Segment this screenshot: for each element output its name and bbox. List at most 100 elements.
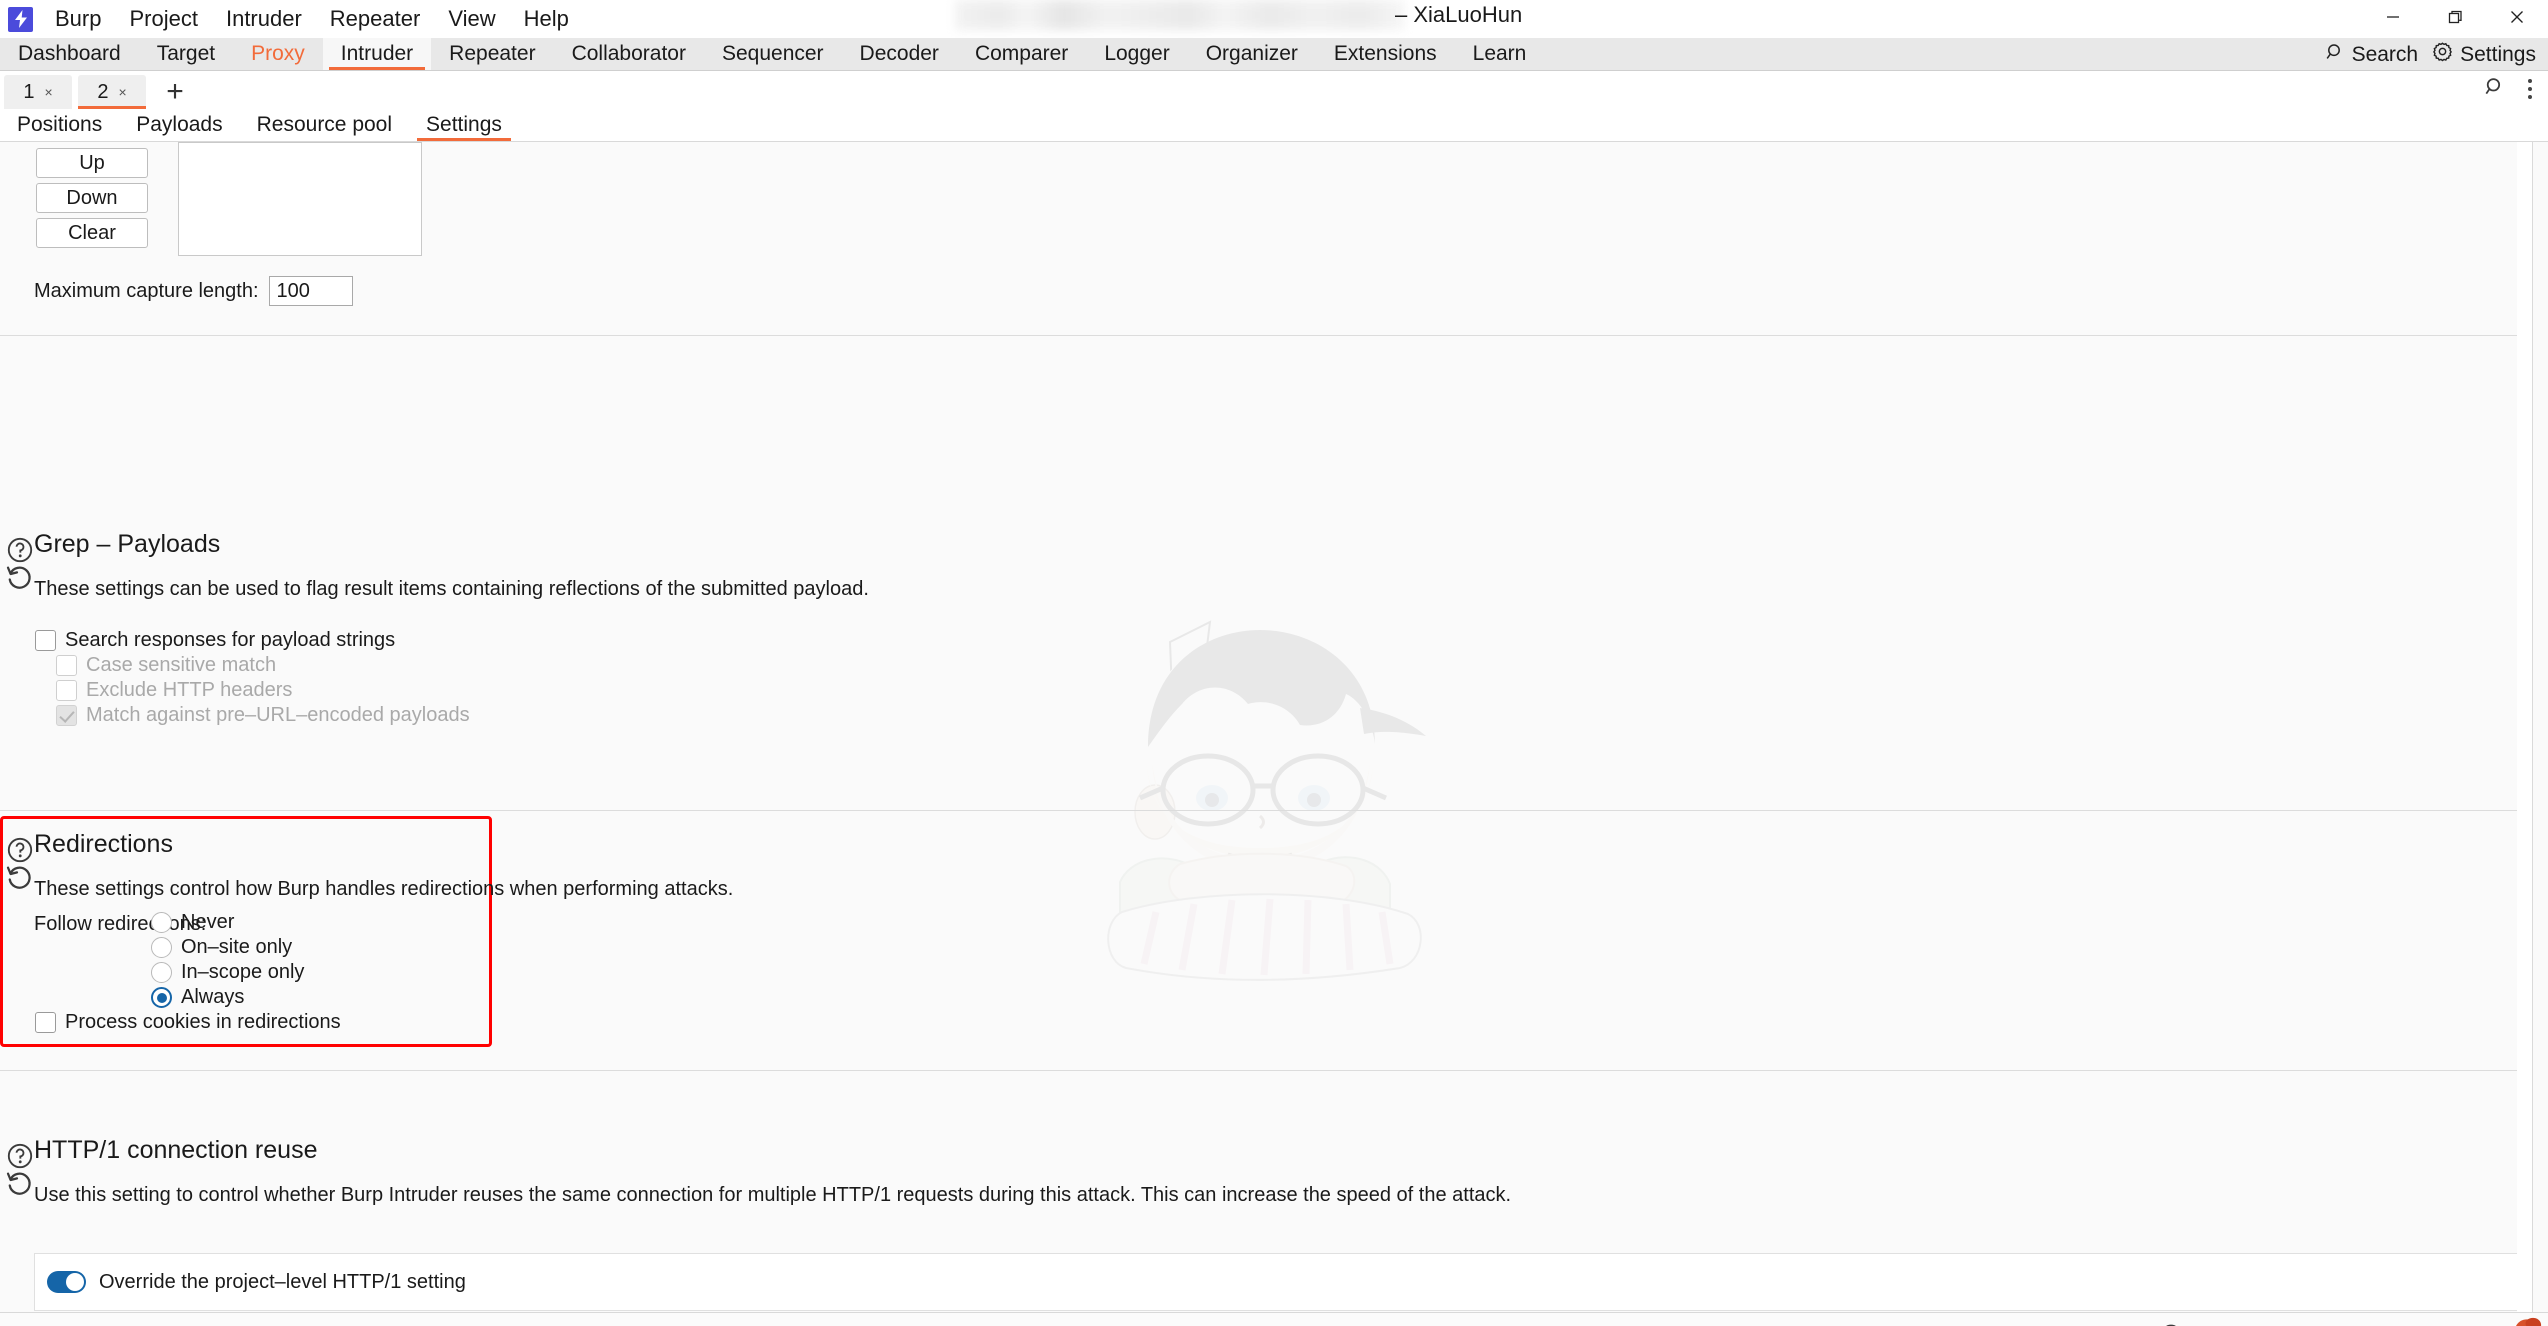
tab-decoder[interactable]: Decoder [842,38,957,70]
tab-logger[interactable]: Logger [1086,38,1187,70]
process-cookies-label: Process cookies in redirections [65,1011,341,1033]
tab-collaborator[interactable]: Collaborator [554,38,704,70]
tab-comparer[interactable]: Comparer [957,38,1086,70]
settings-scroll-area[interactable]: Up Down Clear Maximum capture length: Gr… [0,142,2548,1312]
follow-never-radio[interactable] [151,912,172,933]
process-cookies-checkbox[interactable] [35,1012,56,1033]
follow-on-site-only-label: On–site only [181,936,293,958]
menu-item-help[interactable]: Help [510,3,583,35]
title-bar: Burp Project Intruder Repeater View Help… [0,0,2548,38]
tab-dashboard[interactable]: Dashboard [0,38,139,70]
exclude-http-headers-row[interactable]: Exclude HTTP headers [56,679,292,702]
tab-positions[interactable]: Positions [0,109,119,141]
status-bar: Event log All issues (13) Memory: 168.4M… [0,1312,2548,1326]
http1-reuse-title: HTTP/1 connection reuse [34,1136,318,1164]
exclude-http-headers-label: Exclude HTTP headers [86,679,293,701]
tab-organizer[interactable]: Organizer [1188,38,1316,70]
search-responses-label: Search responses for payload strings [65,629,396,651]
reset-arrow-icon[interactable] [4,1168,32,1196]
tab-resource-pool[interactable]: Resource pool [240,109,409,141]
match-pre-url-encoded-row[interactable]: Match against pre–URL–encoded payloads [56,704,470,727]
follow-never-row[interactable]: Never [151,911,234,934]
settings-label: Settings [2460,42,2536,66]
follow-on-site-only-radio[interactable] [151,937,172,958]
tab-learn[interactable]: Learn [1455,38,1545,70]
tab-target[interactable]: Target [139,38,233,70]
search-responses-checkbox[interactable] [35,630,56,651]
question-circle-icon[interactable] [6,1142,34,1170]
follow-never-label: Never [181,911,235,933]
vertical-scrollbar[interactable] [2517,142,2532,1312]
max-capture-length-row: Maximum capture length: [34,276,353,306]
blurred-project-path [955,0,1405,30]
tab-intruder[interactable]: Intruder [322,38,432,70]
tab-repeater[interactable]: Repeater [431,38,553,70]
clear-button[interactable]: Clear [36,218,148,248]
redirections-description: These settings control how Burp handles … [34,878,734,900]
conan-watermark-image [1060,612,1460,997]
attack-tab-2[interactable]: 2 × [78,75,146,109]
kebab-menu-icon[interactable] [2522,75,2538,103]
menu-bar: Burp Project Intruder Repeater View Help [41,3,583,35]
follow-always-label: Always [181,986,245,1008]
attack-tab-2-label: 2 [97,80,109,103]
attack-tab-strip: 1 × 2 × + [0,71,2548,109]
divider [0,1070,2517,1071]
grep-extract-list[interactable] [178,142,422,256]
minimize-button[interactable] [2362,0,2424,34]
move-up-button[interactable]: Up [36,148,148,178]
follow-on-site-only-row[interactable]: On–site only [151,936,292,959]
case-sensitive-match-checkbox[interactable] [56,655,77,676]
global-search-label: Search [2351,42,2419,66]
divider [0,335,2517,336]
attack-tab-1[interactable]: 1 × [4,75,72,109]
move-down-button[interactable]: Down [36,183,148,213]
tab-sequencer[interactable]: Sequencer [704,38,842,70]
search-icon[interactable] [2484,76,2506,103]
close-icon[interactable]: × [118,85,126,99]
menu-item-intruder[interactable]: Intruder [212,3,316,35]
menu-item-view[interactable]: View [434,3,509,35]
search-icon [2325,42,2345,68]
override-http1-toggle[interactable] [47,1271,86,1293]
override-http1-row[interactable]: Override the project–level HTTP/1 settin… [35,1254,2517,1310]
status-bar-right: Memory: 168.4MB [2160,1313,2542,1326]
case-sensitive-match-row[interactable]: Case sensitive match [56,654,276,677]
global-search-button[interactable]: Search [2321,42,2423,68]
close-button[interactable] [2486,0,2548,34]
add-attack-tab-button[interactable]: + [156,75,194,109]
reset-arrow-icon[interactable] [4,862,32,890]
question-circle-icon[interactable] [6,836,34,864]
follow-always-row[interactable]: Always [151,986,244,1009]
gear-icon [2432,41,2453,68]
match-pre-url-encoded-label: Match against pre–URL–encoded payloads [86,704,470,726]
search-responses-for-payload-strings-row[interactable]: Search responses for payload strings [35,629,395,652]
grep-payloads-title: Grep – Payloads [34,530,221,558]
follow-in-scope-only-row[interactable]: In–scope only [151,961,304,984]
question-circle-icon[interactable] [6,536,34,564]
match-pre-url-encoded-checkbox[interactable] [56,705,77,726]
tab-extensions[interactable]: Extensions [1316,38,1455,70]
tab-proxy[interactable]: Proxy [233,38,323,70]
case-sensitive-match-label: Case sensitive match [86,654,277,676]
window-controls [2362,0,2548,34]
reset-arrow-icon[interactable] [4,562,32,590]
attack-tab-1-label: 1 [23,80,35,103]
tab-payloads[interactable]: Payloads [119,109,239,141]
override-http1-label: Override the project–level HTTP/1 settin… [99,1270,466,1293]
menu-item-repeater[interactable]: Repeater [316,3,435,35]
settings-content: Up Down Clear Maximum capture length: Gr… [0,142,2533,1312]
process-cookies-row[interactable]: Process cookies in redirections [35,1011,341,1034]
tab-settings[interactable]: Settings [409,109,519,141]
follow-always-radio[interactable] [151,987,172,1008]
max-capture-length-label: Maximum capture length: [34,279,259,302]
close-icon[interactable]: × [44,85,52,99]
menu-item-project[interactable]: Project [115,3,211,35]
window-title: – XiaLuoHun [1395,2,1523,27]
follow-in-scope-only-radio[interactable] [151,962,172,983]
max-capture-length-input[interactable] [268,276,353,306]
maximize-button[interactable] [2424,0,2486,34]
exclude-http-headers-checkbox[interactable] [56,680,77,701]
menu-item-burp[interactable]: Burp [41,3,115,35]
settings-button[interactable]: Settings [2428,41,2540,68]
